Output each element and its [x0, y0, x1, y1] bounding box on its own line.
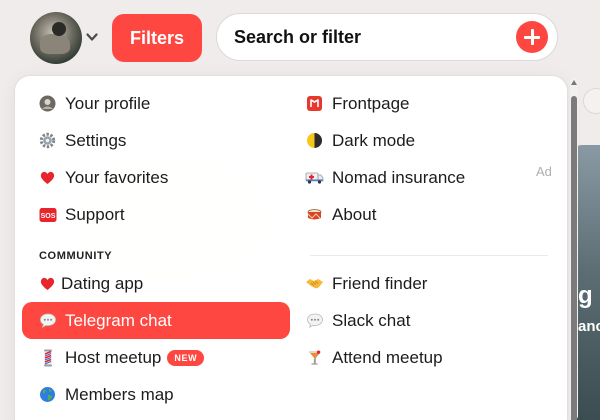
heart-icon	[38, 274, 57, 293]
menu-item-label: Your profile	[65, 93, 151, 113]
new-badge: NEW	[167, 349, 205, 366]
menu-item-slack-chat[interactable]: Slack chat	[305, 302, 545, 339]
menu-item-support[interactable]: SOS Support	[38, 196, 288, 233]
ambulance-icon	[305, 168, 324, 187]
background-card-text: g	[578, 282, 593, 309]
menu-item-label: Telegram chat	[65, 310, 172, 330]
menu-item-label: Frontpage	[332, 93, 410, 113]
background-card-subtext: anc	[578, 318, 600, 335]
menu-item-dark-mode[interactable]: Dark mode	[305, 122, 545, 159]
barber-pole-icon	[38, 348, 57, 367]
scrollbar-thumb[interactable]	[571, 96, 577, 420]
map-icon	[305, 94, 324, 113]
menu-item-settings[interactable]: Settings	[38, 122, 288, 159]
menu-item-label: Your favorites	[65, 167, 169, 187]
menu-item-label: Host meetup	[65, 347, 162, 367]
search-placeholder: Search or filter	[234, 26, 362, 47]
avatar-photo-part	[40, 34, 70, 54]
menu-item-dating-app[interactable]: Dating app	[38, 265, 288, 302]
chevron-down-icon[interactable]	[86, 31, 98, 43]
svg-text:SOS: SOS	[40, 213, 55, 220]
avatar-photo-part	[52, 22, 66, 36]
menu-item-nomad-insurance[interactable]: Nomad insurance	[305, 159, 545, 196]
ad-label: Ad	[536, 164, 552, 179]
menu-item-host-meetup[interactable]: Host meetup NEW	[38, 339, 288, 376]
add-plus-icon[interactable]	[516, 21, 548, 53]
heart-icon	[38, 168, 57, 187]
menu-item-label: Members map	[65, 384, 174, 404]
menu-item-your-favorites[interactable]: Your favorites	[38, 159, 288, 196]
filters-button[interactable]: Filters	[112, 14, 202, 62]
menu-item-label: Support	[65, 204, 125, 224]
speech-bubble-icon	[305, 311, 324, 330]
handshake-icon	[305, 274, 324, 293]
speech-bubble-icon	[38, 311, 57, 330]
search-input[interactable]: Search or filter	[216, 13, 558, 61]
user-avatar[interactable]	[30, 12, 82, 64]
menu-item-label: About	[332, 204, 377, 224]
menu-item-label: Nomad insurance	[332, 167, 466, 187]
menu-item-members-map[interactable]: Members map	[38, 376, 288, 413]
menu-item-label: Settings	[65, 130, 127, 150]
half-moon-icon	[305, 131, 324, 150]
menu-item-label: Dating app	[61, 273, 144, 293]
avatar-icon	[38, 94, 57, 113]
menu-item-about[interactable]: About	[305, 196, 545, 233]
cocktail-icon	[305, 348, 324, 367]
menu-item-label: Slack chat	[332, 310, 411, 330]
globe-icon	[38, 385, 57, 404]
sos-icon: SOS	[38, 205, 57, 224]
menu-item-frontpage[interactable]: Frontpage	[305, 85, 545, 122]
menu-item-friend-finder[interactable]: Friend finder	[305, 265, 545, 302]
menu-item-label: Friend finder	[332, 273, 428, 293]
background-circle	[583, 88, 600, 114]
scroll-up-arrow[interactable]	[571, 80, 577, 85]
gear-icon	[38, 131, 57, 150]
menu-item-label: Dark mode	[332, 130, 416, 150]
section-divider	[310, 255, 548, 256]
menu-item-telegram-chat[interactable]: Telegram chat	[22, 302, 290, 339]
menu-item-label: Attend meetup	[332, 347, 443, 367]
section-title-community: COMMUNITY	[39, 250, 113, 262]
menu-item-attend-meetup[interactable]: Attend meetup	[305, 339, 545, 376]
menu-item-your-profile[interactable]: Your profile	[38, 85, 288, 122]
drum-icon	[305, 205, 324, 224]
